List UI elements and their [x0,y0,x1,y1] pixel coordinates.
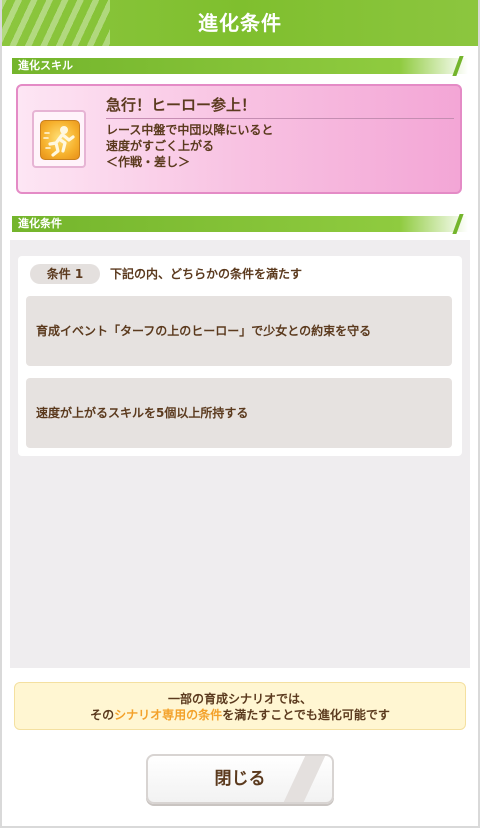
skill-icon-frame [32,110,86,168]
condition-item-text: 速度が上がるスキルを5個以上所持する [36,406,249,420]
skill-divider [106,118,454,119]
skill-name: 急行！ヒーロー参上！ [106,96,257,114]
running-figure-icon [40,120,80,160]
notice-text: を満たすことでも進化可能です [222,708,390,722]
section-bar-slash [452,56,464,76]
conditions-panel[interactable]: 条件 1 下記の内、どちらかの条件を満たす 育成イベント「ターフの上のヒーロー」… [10,240,470,668]
condition-item-text: 育成イベント「ターフの上のヒーロー」で少女との約束を守る [36,324,372,338]
skill-desc-line: レース中盤で中団以降にいると [106,123,274,137]
dialog-header: 進化条件 [0,0,480,46]
section-bar-skill: 進化スキル [12,56,468,76]
condition-title: 下記の内、どちらかの条件を満たす [110,267,303,281]
condition-card: 条件 1 下記の内、どちらかの条件を満たす 育成イベント「ターフの上のヒーロー」… [18,256,462,456]
condition-item: 速度が上がるスキルを5個以上所持する [26,378,452,448]
skill-desc-line: 速度がすごく上がる [106,139,215,153]
scenario-notice: 一部の育成シナリオでは、 そのシナリオ専用の条件を満たすことでも進化可能です [14,682,466,730]
close-button[interactable]: 閉じる [146,754,334,804]
notice-text: その [90,708,115,722]
notice-highlight: シナリオ専用の条件 [114,708,223,722]
skill-desc-line: ＜作戦・差し＞ [106,155,191,169]
section-label-skill: 進化スキル [18,59,73,72]
condition-badge: 条件 1 [30,264,100,284]
notice-line-1: 一部の育成シナリオでは、 [167,692,312,706]
section-bar-slash [452,214,464,234]
notice-line-2: そのシナリオ専用の条件を満たすことでも進化可能です [15,707,465,723]
skill-card[interactable]: 急行！ヒーロー参上！ レース中盤で中団以降にいると 速度がすごく上がる ＜作戦・… [16,84,462,194]
section-label-conditions: 進化条件 [18,217,62,230]
dialog-title: 進化条件 [198,11,282,35]
close-button-label: 閉じる [214,769,266,789]
skill-description: レース中盤で中団以降にいると 速度がすごく上がる ＜作戦・差し＞ [106,122,273,170]
condition-item: 育成イベント「ターフの上のヒーロー」で少女との約束を守る [26,296,452,366]
section-bar-conditions: 進化条件 [12,214,468,234]
button-shine [280,756,328,802]
